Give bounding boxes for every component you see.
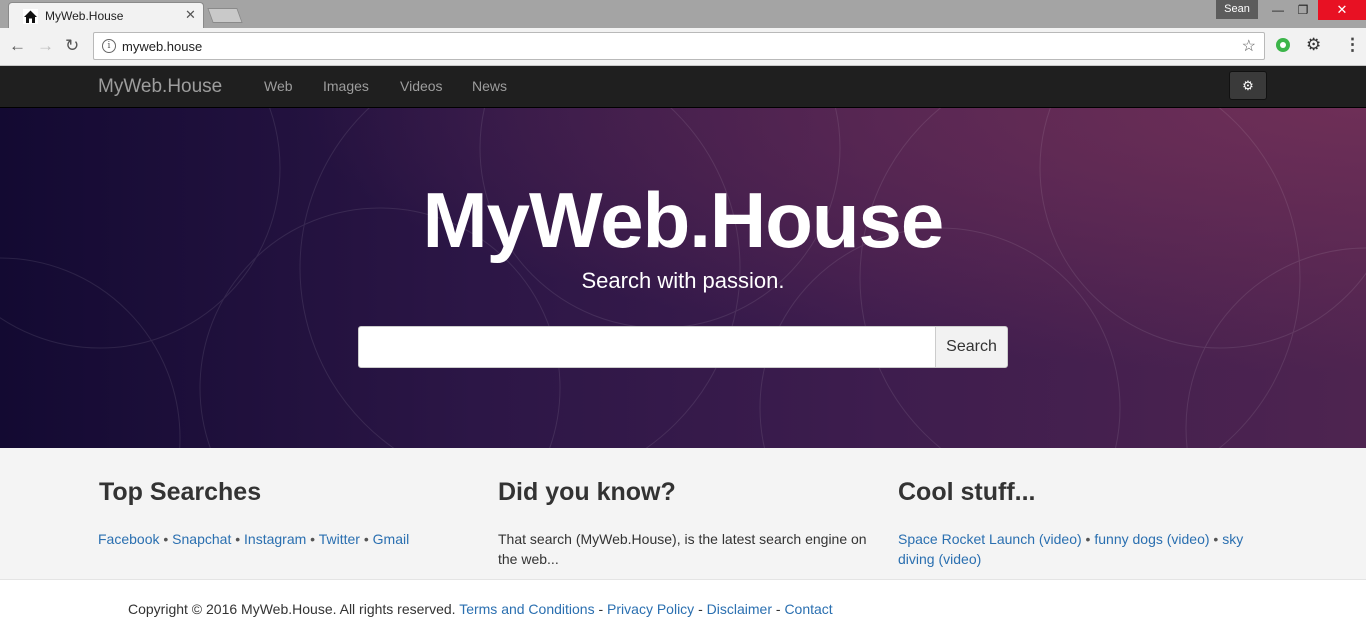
bullet-separator: • [1209, 531, 1223, 547]
search-input[interactable] [358, 326, 936, 368]
tab-close-icon[interactable]: ✕ [185, 7, 196, 23]
cool-stuff-heading: Cool stuff... [898, 478, 1036, 506]
tab-title: MyWeb.House [45, 9, 124, 23]
nav-link-images[interactable]: Images [323, 78, 369, 94]
top-search-link[interactable]: Facebook [98, 531, 159, 547]
cool-stuff-link[interactable]: Space Rocket Launch (video) [898, 531, 1082, 547]
dash-separator: - [771, 601, 785, 617]
cool-stuff-links: Space Rocket Launch (video) • funny dogs… [898, 529, 1268, 569]
house-favicon-icon [23, 9, 38, 24]
browser-toolbar: ← → ↻ i myweb.house ☆ ⚙ ⋮ [0, 28, 1366, 66]
dash-separator: - [594, 601, 608, 617]
copyright-text: Copyright © 2016 MyWeb.House. All rights… [128, 601, 456, 617]
nav-link-videos[interactable]: Videos [400, 78, 443, 94]
hero-title: MyWeb.House [422, 176, 945, 264]
did-you-know-heading: Did you know? [498, 478, 676, 506]
settings-button[interactable]: ⚙ [1229, 71, 1267, 100]
site-brand[interactable]: MyWeb.House [98, 76, 222, 98]
page-footer: Copyright © 2016 MyWeb.House. All rights… [128, 601, 833, 617]
nav-link-news[interactable]: News [472, 78, 507, 94]
hero-banner: MyWeb.House Search with passion. Search [0, 108, 1366, 448]
bullet-separator: • [159, 531, 173, 547]
bookmark-star-icon[interactable]: ☆ [1242, 36, 1256, 56]
top-searches-column: Top Searches Facebook • Snapchat • Insta… [98, 478, 468, 549]
address-bar[interactable]: i myweb.house ☆ [93, 32, 1265, 60]
footer-link-privacy[interactable]: Privacy Policy [607, 601, 694, 617]
profile-button[interactable]: Sean [1216, 0, 1258, 19]
maximize-button[interactable]: ❐ [1291, 0, 1315, 20]
bullet-separator: • [359, 531, 373, 547]
top-search-link[interactable]: Gmail [373, 531, 410, 547]
minimize-button[interactable]: — [1266, 0, 1290, 20]
footer-link-terms[interactable]: Terms and Conditions [459, 601, 594, 617]
gear-icon: ⚙ [1242, 78, 1254, 93]
bullet-separator: • [306, 531, 319, 547]
bullet-separator: • [231, 531, 245, 547]
top-search-link[interactable]: Twitter [319, 531, 360, 547]
site-navbar: MyWeb.House Web Images Videos News ⚙ [0, 66, 1366, 108]
site-info-icon[interactable]: i [102, 39, 116, 53]
extension-icon[interactable] [1276, 38, 1290, 52]
reload-icon[interactable]: ↻ [65, 37, 79, 55]
bullet-separator: • [1081, 531, 1095, 547]
url-text[interactable]: myweb.house [122, 39, 202, 54]
search-button[interactable]: Search [935, 326, 1008, 368]
extension-gear-icon[interactable]: ⚙ [1306, 35, 1321, 55]
nav-link-web[interactable]: Web [264, 78, 293, 94]
footer-link-contact[interactable]: Contact [784, 601, 832, 617]
info-section: Top Searches Facebook • Snapchat • Insta… [0, 448, 1366, 580]
top-searches-heading: Top Searches [99, 478, 262, 506]
dash-separator: - [694, 601, 707, 617]
cool-stuff-link[interactable]: funny dogs (video) [1094, 531, 1209, 547]
top-search-link[interactable]: Snapchat [172, 531, 231, 547]
browser-titlebar: MyWeb.House ✕ Sean — ❐ ✕ [0, 0, 1366, 29]
forward-arrow-icon[interactable]: → [37, 37, 54, 55]
back-arrow-icon[interactable]: ← [9, 37, 26, 55]
did-you-know-text: That search (MyWeb.House), is the latest… [498, 531, 867, 567]
did-you-know-column: Did you know? That search (MyWeb.House),… [498, 478, 868, 569]
top-searches-links: Facebook • Snapchat • Instagram • Twitte… [98, 529, 468, 549]
hero-subtitle: Search with passion. [581, 268, 785, 293]
footer-link-disclaimer[interactable]: Disclaimer [707, 601, 772, 617]
top-search-link[interactable]: Instagram [244, 531, 306, 547]
new-tab-button[interactable] [207, 8, 243, 23]
cool-stuff-column: Cool stuff... Space Rocket Launch (video… [898, 478, 1268, 569]
browser-tab[interactable]: MyWeb.House ✕ [8, 2, 204, 29]
browser-menu-icon[interactable]: ⋮ [1344, 35, 1361, 55]
close-window-button[interactable]: ✕ [1318, 0, 1366, 20]
